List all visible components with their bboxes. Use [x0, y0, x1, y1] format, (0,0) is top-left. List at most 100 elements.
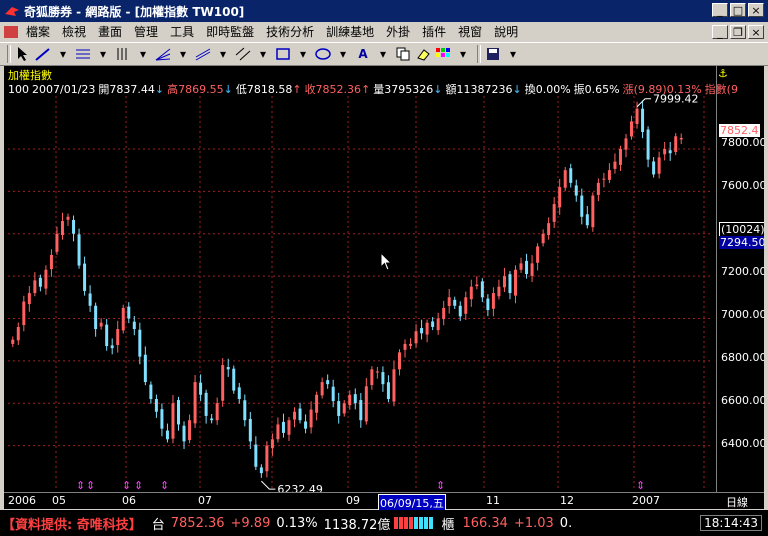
candle-body: [370, 369, 374, 386]
candle-body: [414, 331, 418, 344]
event-marker-icon[interactable]: ⇕: [436, 479, 445, 492]
ellipse-tool-icon[interactable]: [314, 45, 332, 63]
menu-view[interactable]: 檢視: [56, 23, 92, 40]
candle-body: [55, 233, 59, 252]
event-marker-icon[interactable]: ⇕: [76, 479, 85, 492]
child-restore-button[interactable]: ❐: [730, 25, 746, 39]
quote-info-item: 2007/01/23: [32, 83, 96, 96]
candle-body: [143, 354, 147, 383]
drawing-toolbar: ▾ ▾ ▾ ▾ ▾ ▾ ▾ ▾ A ▾ ▾ ▾: [0, 42, 768, 66]
candle-body: [110, 345, 114, 349]
parallel-lines-icon[interactable]: [234, 45, 252, 63]
event-marker-icon[interactable]: ⇕: [122, 479, 131, 492]
maximize-button[interactable]: □: [730, 3, 746, 17]
menu-technical[interactable]: 技術分析: [260, 23, 320, 40]
pointer-icon[interactable]: [14, 45, 32, 63]
dropdown-arrow-icon[interactable]: ▾: [214, 45, 232, 63]
close-button[interactable]: ×: [748, 3, 764, 17]
menu-window[interactable]: 視窗: [452, 23, 488, 40]
window-title: 奇狐勝券 - 網路版 - [加權指數 TW100]: [24, 4, 245, 19]
price-chart[interactable]: 7999.42 6232.49 加權指數 100 2007/01/23 開7837.4…: [4, 66, 764, 492]
rectangle-tool-icon[interactable]: [274, 45, 292, 63]
candle-body: [558, 187, 562, 208]
candle-body: [210, 418, 214, 421]
candle-body: [431, 321, 435, 327]
event-marker-icon[interactable]: ⇕: [86, 479, 95, 492]
candle-body: [320, 382, 324, 396]
menu-help[interactable]: 說明: [488, 23, 524, 40]
candle-body: [403, 343, 407, 350]
dropdown-arrow-icon[interactable]: ▾: [374, 45, 392, 63]
x-tick-label: 09: [346, 494, 360, 507]
candle-body: [596, 182, 600, 195]
vertical-lines-icon[interactable]: [114, 45, 132, 63]
minimize-button[interactable]: _: [712, 3, 728, 17]
high-annotation-leader: [636, 98, 652, 108]
candle-body: [287, 420, 291, 435]
quote-info-item: 額11387236: [445, 83, 513, 96]
dropdown-arrow-icon[interactable]: ▾: [454, 45, 472, 63]
otc-label: 櫃: [441, 517, 455, 533]
event-marker-icon[interactable]: ⇕: [160, 479, 169, 492]
candle-body: [33, 280, 37, 294]
candle-body: [276, 424, 280, 440]
fan-lines-icon[interactable]: [154, 45, 172, 63]
clock: 18:14:43: [700, 515, 762, 531]
event-marker-icon[interactable]: ⇕: [636, 479, 645, 492]
candle-body: [204, 392, 208, 416]
save-icon[interactable]: [484, 45, 502, 63]
candle-body: [116, 329, 120, 345]
palette-icon[interactable]: [434, 45, 452, 63]
copy-icon[interactable]: [394, 45, 412, 63]
menu-screen[interactable]: 畫面: [92, 23, 128, 40]
horizontal-lines-icon[interactable]: [74, 45, 92, 63]
candle-body: [663, 148, 667, 155]
y-tick-label: 6600.00: [721, 394, 764, 407]
dropdown-arrow-icon[interactable]: ▾: [134, 45, 152, 63]
candle-body: [425, 322, 429, 335]
candle-body: [293, 411, 297, 420]
x-tick-label: 07: [198, 494, 212, 507]
candle-body: [138, 329, 142, 357]
dropdown-arrow-icon[interactable]: ▾: [334, 45, 352, 63]
dropdown-arrow-icon[interactable]: ▾: [174, 45, 192, 63]
candle-body: [364, 386, 368, 422]
data-provider-label: 【資料提供: 奇唯科技】: [2, 517, 142, 533]
x-tick-label: 12: [560, 494, 574, 507]
menu-manage[interactable]: 管理: [128, 23, 164, 40]
quote-info-item: 換0.00%: [524, 83, 571, 96]
candlestick-plot[interactable]: 7999.426232.49: [4, 66, 764, 492]
candle-body: [165, 430, 169, 440]
dropdown-arrow-icon[interactable]: ▾: [94, 45, 112, 63]
candle-body: [569, 168, 573, 183]
menu-realtime[interactable]: 即時監盤: [200, 23, 260, 40]
text-tool-icon[interactable]: A: [354, 45, 372, 63]
quote-info-item: ↓: [154, 83, 165, 96]
dropdown-arrow-icon[interactable]: ▾: [54, 45, 72, 63]
title-bar: 奇狐勝券 - 網路版 - [加權指數 TW100] _ □ ×: [0, 0, 768, 22]
eraser-icon[interactable]: [414, 45, 432, 63]
candle-body: [298, 408, 302, 421]
quote-info-line: 100 2007/01/23 開7837.44↓ 高7869.55↓ 低7818.58↑…: [8, 81, 738, 97]
menu-external[interactable]: 外掛: [380, 23, 416, 40]
menu-plugins[interactable]: 插件: [416, 23, 452, 40]
channel-lines-icon[interactable]: [194, 45, 212, 63]
line-tool-icon[interactable]: [34, 45, 52, 63]
candle-body: [232, 368, 236, 391]
event-marker-icon[interactable]: ⇕: [134, 479, 143, 492]
candle-body: [281, 421, 285, 433]
child-minimize-button[interactable]: _: [712, 25, 728, 39]
candle-body: [304, 421, 308, 429]
child-close-button[interactable]: ×: [748, 25, 764, 39]
document-icon[interactable]: [4, 25, 18, 38]
menu-file[interactable]: 檔案: [20, 23, 56, 40]
dropdown-arrow-icon[interactable]: ▾: [504, 45, 522, 63]
candle-body: [94, 305, 98, 330]
dropdown-arrow-icon[interactable]: ▾: [254, 45, 272, 63]
dropdown-arrow-icon[interactable]: ▾: [294, 45, 312, 63]
candle-body: [72, 219, 76, 234]
menu-training[interactable]: 訓練基地: [320, 23, 380, 40]
period-label[interactable]: 日線: [726, 494, 748, 510]
menu-tools[interactable]: 工具: [164, 23, 200, 40]
y-tick-label: 7200.00: [721, 265, 764, 278]
